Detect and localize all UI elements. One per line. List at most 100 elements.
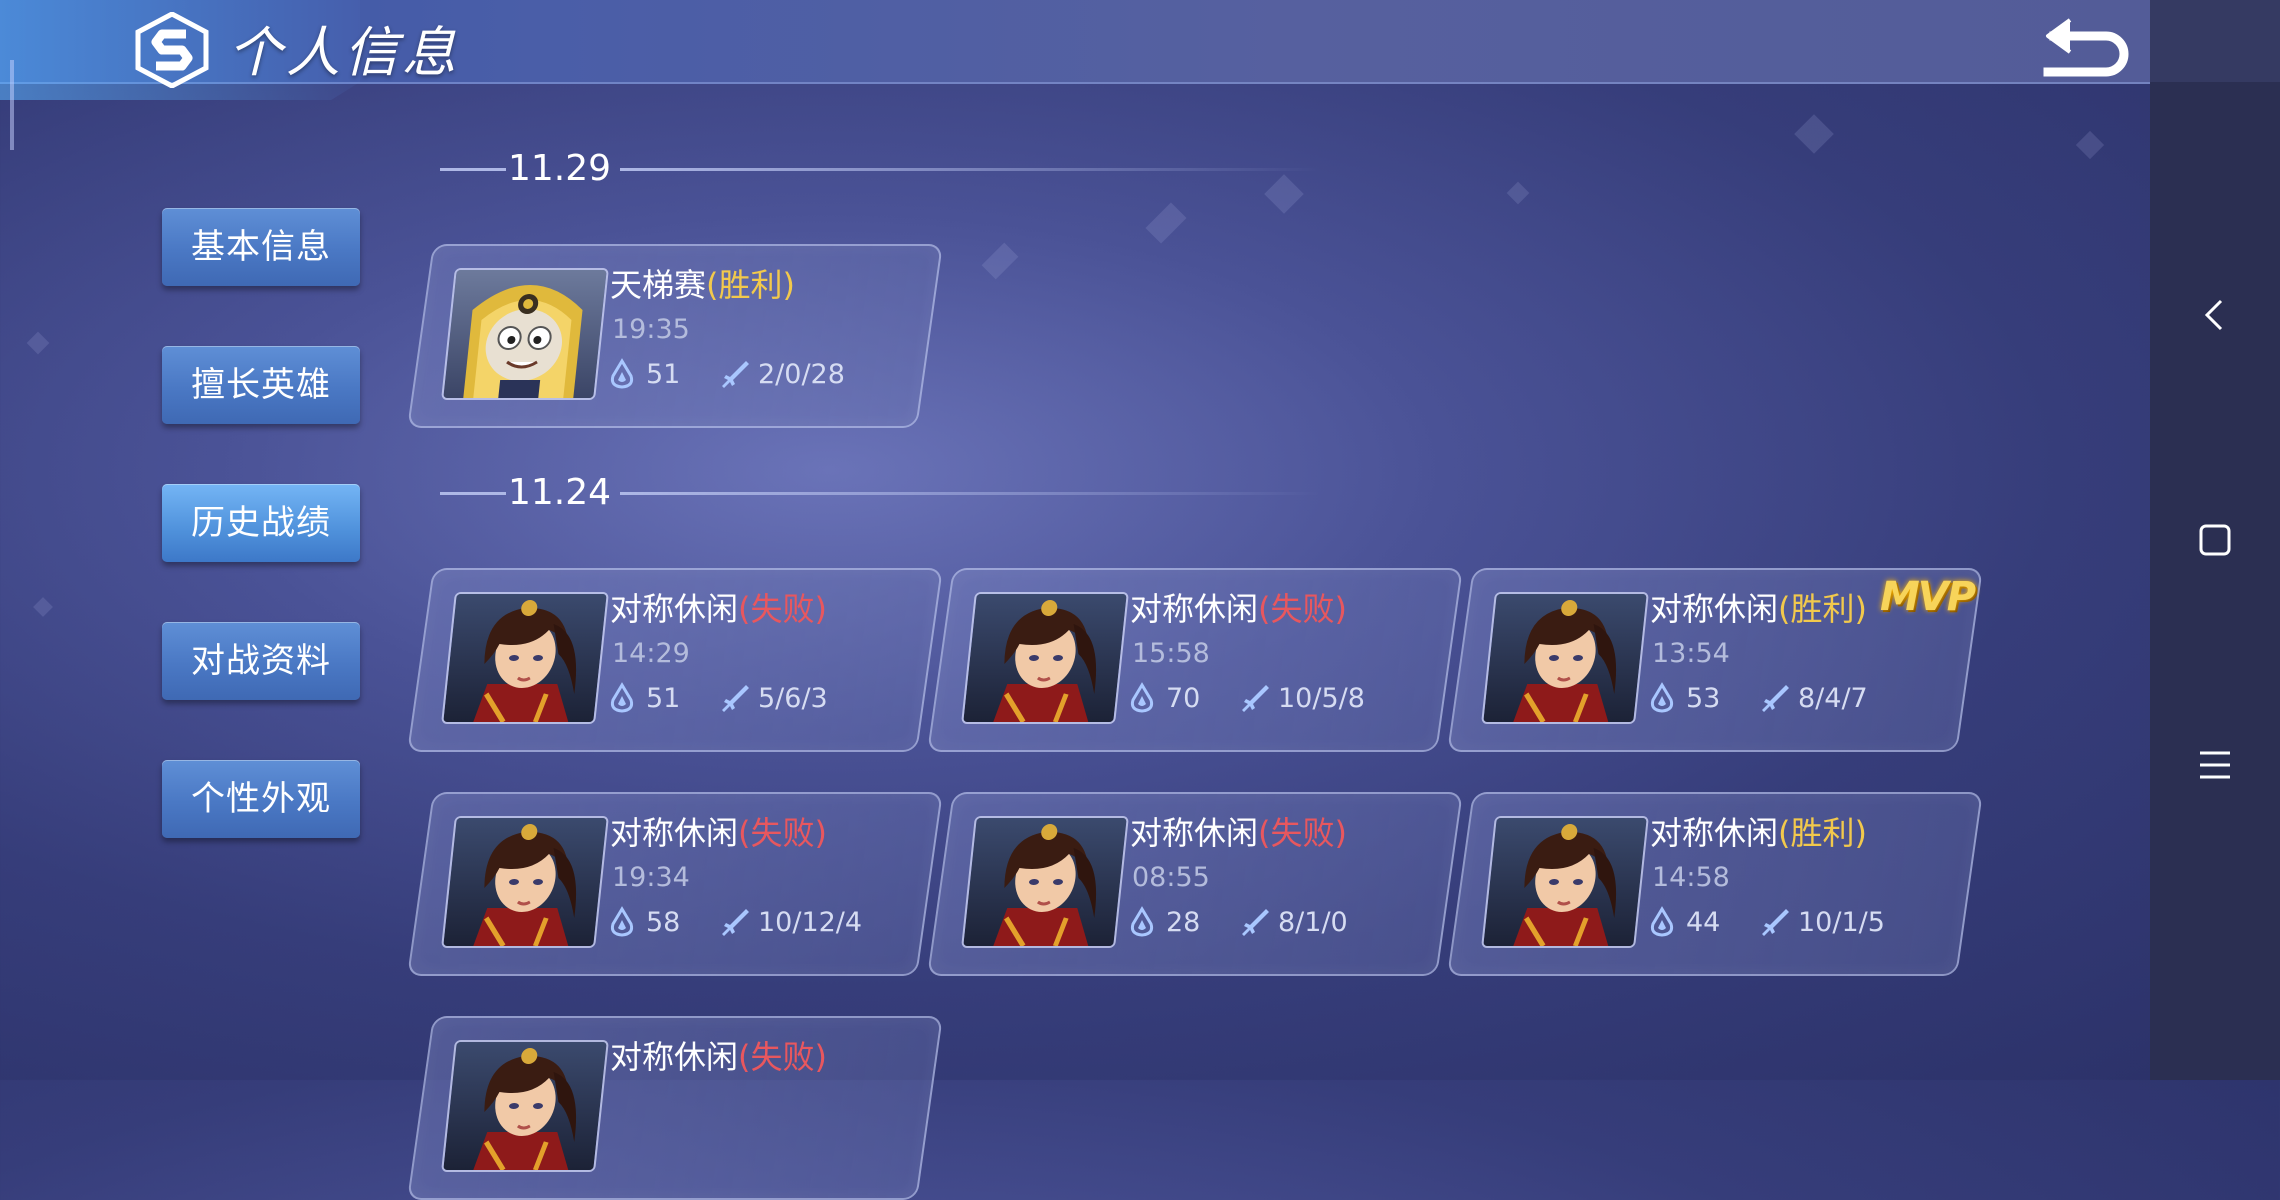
score-value: 28 [1166, 906, 1201, 938]
date-lead-line [440, 492, 506, 495]
match-result: (胜利) [1778, 814, 1867, 852]
menu-battle-data[interactable]: 对战资料 [162, 622, 360, 700]
system-nav-bar [2150, 0, 2280, 1080]
match-result: (胜利) [1778, 590, 1867, 628]
match-title: 对称休闲(失败) [610, 1032, 827, 1078]
date-label: 11.29 [508, 148, 612, 189]
match-result: (失败) [738, 1038, 827, 1076]
match-time: 15:58 [1132, 638, 1210, 669]
match-mode: 对称休闲 [1130, 590, 1259, 628]
match-card[interactable]: 对称休闲(失败) 15:58 70 10/5/8 [927, 568, 1463, 752]
match-card[interactable]: 天梯赛(胜利) 19:35 51 2/0/28 [407, 244, 943, 428]
score-value: 58 [646, 906, 681, 938]
flame-score-icon [1126, 682, 1158, 714]
match-card[interactable]: 对称休闲(失败) 08:55 28 8/1/0 [927, 792, 1463, 976]
hero-avatar [441, 816, 609, 948]
sword-icon [1758, 682, 1790, 714]
score-value: 70 [1166, 682, 1201, 714]
sword-icon [1238, 906, 1270, 938]
match-time: 19:35 [612, 314, 690, 345]
back-arrow-icon[interactable] [2040, 6, 2136, 82]
hero-avatar [441, 592, 609, 724]
page-title: 个人信息 [228, 21, 460, 84]
flame-score-icon [606, 682, 638, 714]
match-mode: 对称休闲 [1650, 590, 1779, 628]
hero-avatar [961, 592, 1129, 724]
match-mode: 对称休闲 [610, 814, 739, 852]
kda-value: 10/12/4 [758, 906, 863, 938]
match-title: 对称休闲(失败) [610, 808, 827, 854]
date-label: 11.24 [508, 472, 612, 513]
kda-value: 5/6/3 [758, 682, 828, 714]
kda-stat: 5/6/3 [718, 682, 828, 714]
hero-avatar [961, 816, 1129, 948]
score-stat: 70 [1126, 682, 1200, 714]
kda-value: 10/5/8 [1278, 682, 1365, 714]
date-tail-line [620, 168, 1320, 171]
system-nav-top-strip [2150, 0, 2280, 82]
date-tail-line [620, 492, 1320, 495]
match-card[interactable]: 对称休闲(失败) [407, 1016, 943, 1200]
match-card[interactable]: 对称休闲(胜利) MVP 13:54 53 8/4/7 [1447, 568, 1983, 752]
s-logo-icon [135, 12, 209, 88]
kda-stat: 8/1/0 [1238, 906, 1348, 938]
date-header: 11.24 [440, 472, 1340, 513]
date-header: 11.29 [440, 148, 1340, 189]
score-value: 51 [646, 682, 681, 714]
match-mode: 对称休闲 [1130, 814, 1259, 852]
match-mode: 天梯赛 [610, 266, 707, 304]
match-title: 天梯赛(胜利) [610, 260, 795, 306]
match-mode: 对称休闲 [610, 590, 739, 628]
match-result: (胜利) [706, 266, 795, 304]
hero-avatar [1481, 592, 1649, 724]
menu-appearance[interactable]: 个性外观 [162, 760, 360, 838]
home-square-icon[interactable] [2180, 505, 2250, 575]
match-time: 08:55 [1132, 862, 1210, 893]
kda-stat: 10/1/5 [1758, 906, 1885, 938]
match-title: 对称休闲(胜利) [1650, 584, 1867, 630]
match-card[interactable]: 对称休闲(失败) 19:34 58 10/12/4 [407, 792, 943, 976]
match-title: 对称休闲(胜利) [1650, 808, 1867, 854]
mvp-badge: MVP [1880, 574, 1976, 620]
kda-value: 10/1/5 [1798, 906, 1885, 938]
score-stat: 53 [1646, 682, 1720, 714]
kda-stat: 10/5/8 [1238, 682, 1365, 714]
match-result: (失败) [738, 814, 827, 852]
edge-line [10, 60, 14, 150]
kda-value: 8/1/0 [1278, 906, 1348, 938]
flame-score-icon [606, 358, 638, 390]
sword-icon [1238, 682, 1270, 714]
match-mode: 对称休闲 [610, 1038, 739, 1076]
top-bar: 个人信息 [0, 0, 2150, 150]
match-card[interactable]: 对称休闲(失败) 14:29 51 5/6/3 [407, 568, 943, 752]
score-stat: 51 [606, 682, 680, 714]
back-chevron-icon[interactable] [2180, 280, 2250, 350]
match-result: (失败) [1258, 590, 1347, 628]
hero-avatar [441, 268, 609, 400]
menu-lines-icon[interactable] [2180, 730, 2250, 800]
date-lead-line [440, 168, 506, 171]
kda-stat: 10/12/4 [718, 906, 862, 938]
menu-basic-info[interactable]: 基本信息 [162, 208, 360, 286]
match-card[interactable]: 对称休闲(胜利) 14:58 44 10/1/5 [1447, 792, 1983, 976]
sword-icon [718, 358, 750, 390]
flame-score-icon [1646, 906, 1678, 938]
match-time: 19:34 [612, 862, 690, 893]
match-result: (失败) [1258, 814, 1347, 852]
score-stat: 28 [1126, 906, 1200, 938]
menu-good-heroes[interactable]: 擅长英雄 [162, 346, 360, 424]
sword-icon [718, 682, 750, 714]
match-mode: 对称休闲 [1650, 814, 1779, 852]
menu-match-history[interactable]: 历史战绩 [162, 484, 360, 562]
kda-value: 8/4/7 [1798, 682, 1868, 714]
kda-stat: 2/0/28 [718, 358, 845, 390]
score-value: 44 [1686, 906, 1721, 938]
flame-score-icon [606, 906, 638, 938]
score-stat: 58 [606, 906, 680, 938]
match-title: 对称休闲(失败) [1130, 584, 1347, 630]
score-stat: 44 [1646, 906, 1720, 938]
match-result: (失败) [738, 590, 827, 628]
match-time: 14:29 [612, 638, 690, 669]
kda-value: 2/0/28 [758, 358, 845, 390]
flame-score-icon [1646, 682, 1678, 714]
